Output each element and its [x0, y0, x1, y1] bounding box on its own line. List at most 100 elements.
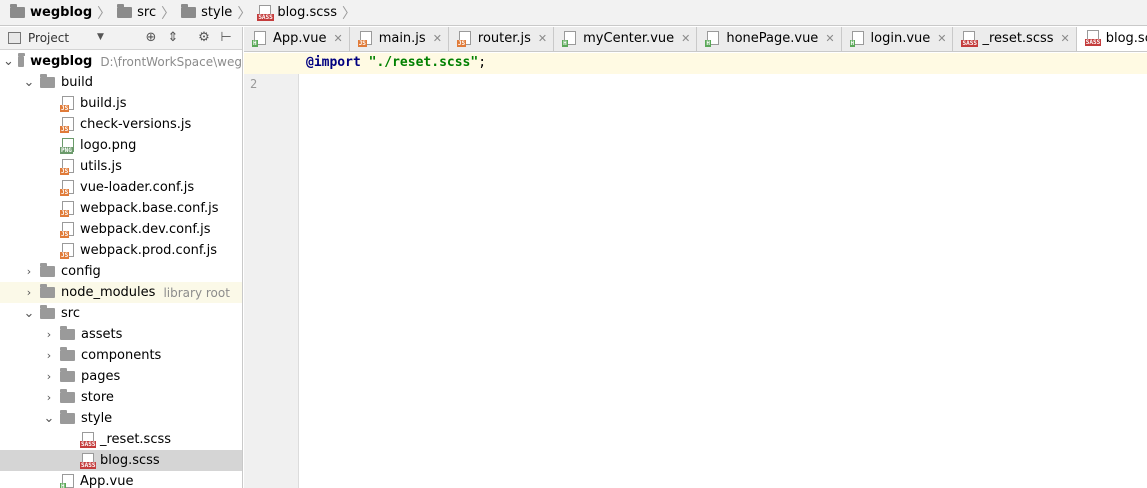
- tree-item-label: wegblog: [30, 54, 93, 69]
- editor-tab[interactable]: HhonePage.vue ✕: [697, 27, 842, 51]
- tree-item[interactable]: ›JSwebpack.prod.conf.js: [0, 240, 242, 261]
- file-type-label: SASS: [961, 39, 978, 47]
- chevron-right-icon[interactable]: ›: [22, 265, 36, 278]
- file-type-label: H: [562, 39, 568, 47]
- tree-item-label: style: [81, 411, 113, 426]
- tree-item[interactable]: ›PNGlogo.png: [0, 135, 242, 156]
- code-line[interactable]: @import "./reset.scss";: [306, 55, 486, 70]
- breadcrumb-item[interactable]: wegblog: [10, 0, 92, 26]
- chevron-down-icon[interactable]: ⌄: [22, 76, 36, 89]
- breadcrumb-separator-icon: 〉: [161, 5, 176, 22]
- file-type-label: SASS: [257, 13, 274, 21]
- tree-item[interactable]: › node_modules library root: [0, 282, 242, 303]
- target-icon[interactable]: ⊕: [143, 30, 159, 46]
- close-icon[interactable]: ✕: [825, 32, 834, 45]
- project-icon: [8, 32, 21, 44]
- editor-tab-label: blog.scss: [1105, 30, 1147, 46]
- editor-tab[interactable]: SASSblog.scss✕: [1076, 27, 1147, 51]
- chevron-right-icon[interactable]: ›: [42, 370, 56, 383]
- tree-item[interactable]: › pages: [0, 366, 242, 387]
- breadcrumb-item[interactable]: src: [117, 0, 156, 26]
- chevron-right-icon[interactable]: ›: [42, 349, 56, 362]
- tree-item[interactable]: ⌄ build: [0, 72, 242, 93]
- close-icon[interactable]: ✕: [681, 32, 690, 45]
- file-type-label: PNG: [60, 146, 73, 154]
- tree-item-label: logo.png: [80, 138, 137, 153]
- js-file-icon: JS: [60, 242, 76, 259]
- file-type-label: JS: [60, 230, 70, 238]
- chevron-right-icon[interactable]: ›: [22, 286, 36, 299]
- tree-item[interactable]: ⌄ style: [0, 408, 242, 429]
- tree-item-label: check-versions.js: [80, 117, 192, 132]
- folder-icon: [117, 4, 133, 18]
- editor-tab[interactable]: JS router.js ✕: [448, 27, 555, 51]
- project-tree: ⌄ wegblog D:\frontWorkSpace\weg ⌄ build › JS bu…: [0, 51, 242, 488]
- folder-icon: [17, 53, 26, 67]
- vue-file-icon: H: [60, 473, 76, 488]
- file-type-label: JS: [60, 167, 70, 175]
- file-type-label: JS: [60, 125, 70, 133]
- tree-item[interactable]: ›JSwebpack.base.conf.js: [0, 198, 242, 219]
- editor-tab[interactable]: Hlogin.vue ✕: [841, 27, 954, 51]
- breadcrumb-item[interactable]: SASS blog.scss: [257, 0, 337, 26]
- tree-item[interactable]: › assets: [0, 324, 242, 345]
- chevron-down-icon[interactable]: ⌄: [42, 412, 56, 425]
- tree-item[interactable]: ›SASSblog.scss: [0, 450, 242, 471]
- editor-tab-label: App.vue: [273, 31, 327, 46]
- chevron-down-icon[interactable]: ▼: [97, 32, 104, 42]
- close-icon[interactable]: ✕: [333, 32, 342, 45]
- chevron-right-icon[interactable]: ›: [42, 328, 56, 341]
- folder-icon: [60, 389, 75, 403]
- tree-item[interactable]: ›SASS_reset.scss: [0, 429, 242, 450]
- editor-tab[interactable]: JS main.js ✕: [349, 27, 449, 51]
- code-area[interactable]: @import "./reset.scss";: [244, 53, 1147, 488]
- close-icon[interactable]: ✕: [937, 32, 946, 45]
- breadcrumb-item[interactable]: style: [181, 0, 232, 26]
- tree-item[interactable]: ›JScheck-versions.js: [0, 114, 242, 135]
- tree-item-label: utils.js: [80, 159, 122, 174]
- editor-tab[interactable]: HmyCenter.vue ✕: [554, 27, 698, 51]
- tree-item[interactable]: ⌄ src: [0, 303, 242, 324]
- tree-item-label: src: [61, 306, 80, 321]
- tree-item[interactable]: ›JSutils.js: [0, 156, 242, 177]
- project-panel-header[interactable]: Project ▼ ⊕ ⇕ ⚙ ⊢: [0, 27, 242, 50]
- file-type-label: H: [60, 482, 66, 488]
- hide-icon[interactable]: ⊢: [218, 30, 234, 46]
- breadcrumb-separator-icon: 〉: [341, 5, 356, 22]
- tree-item-label: webpack.prod.conf.js: [80, 243, 218, 258]
- gear-icon[interactable]: ⚙: [196, 30, 212, 46]
- tree-item-label: blog.scss: [100, 453, 160, 468]
- file-type-label: SASS: [80, 461, 97, 469]
- chevron-down-icon[interactable]: ⌄: [22, 307, 36, 320]
- file-type-label: JS: [60, 104, 70, 112]
- folder-icon: [181, 4, 197, 18]
- tree-item-label: webpack.dev.conf.js: [80, 222, 211, 237]
- code-semicolon: ;: [478, 55, 487, 70]
- tree-item[interactable]: › config: [0, 261, 242, 282]
- chevron-right-icon[interactable]: ›: [42, 391, 56, 404]
- code-string: "./reset.scss": [368, 55, 479, 70]
- vue-file-icon: H: [252, 30, 268, 47]
- tree-item-label: vue-loader.conf.js: [80, 180, 195, 195]
- tree-item[interactable]: ⌄ wegblog D:\frontWorkSpace\weg: [0, 51, 242, 72]
- breadcrumb-separator-icon: 〉: [97, 5, 112, 22]
- editor-tab[interactable]: H App.vue ✕: [244, 27, 350, 51]
- tree-item-label: config: [61, 264, 101, 279]
- chevron-down-icon[interactable]: ⌄: [3, 55, 14, 68]
- sass-file-icon: SASS: [80, 452, 97, 469]
- close-icon[interactable]: ✕: [433, 32, 442, 45]
- tree-item[interactable]: › components: [0, 345, 242, 366]
- editor-tab[interactable]: SASS _reset.scss ✕: [953, 27, 1077, 51]
- tree-item[interactable]: › store: [0, 387, 242, 408]
- js-file-icon: JS: [60, 116, 76, 133]
- tree-item[interactable]: ›JSbuild.js: [0, 93, 242, 114]
- breadcrumb-label: blog.scss: [277, 5, 337, 20]
- tree-item[interactable]: ›JSvue-loader.conf.js: [0, 177, 242, 198]
- tree-item[interactable]: ›JSwebpack.dev.conf.js: [0, 219, 242, 240]
- collapse-icon[interactable]: ⇕: [165, 30, 181, 46]
- close-icon[interactable]: ✕: [1061, 32, 1070, 45]
- tree-item-label: store: [81, 390, 114, 405]
- close-icon[interactable]: ✕: [538, 32, 547, 45]
- tree-item[interactable]: ›HApp.vue: [0, 471, 242, 488]
- sass-file-icon: SASS: [80, 431, 97, 448]
